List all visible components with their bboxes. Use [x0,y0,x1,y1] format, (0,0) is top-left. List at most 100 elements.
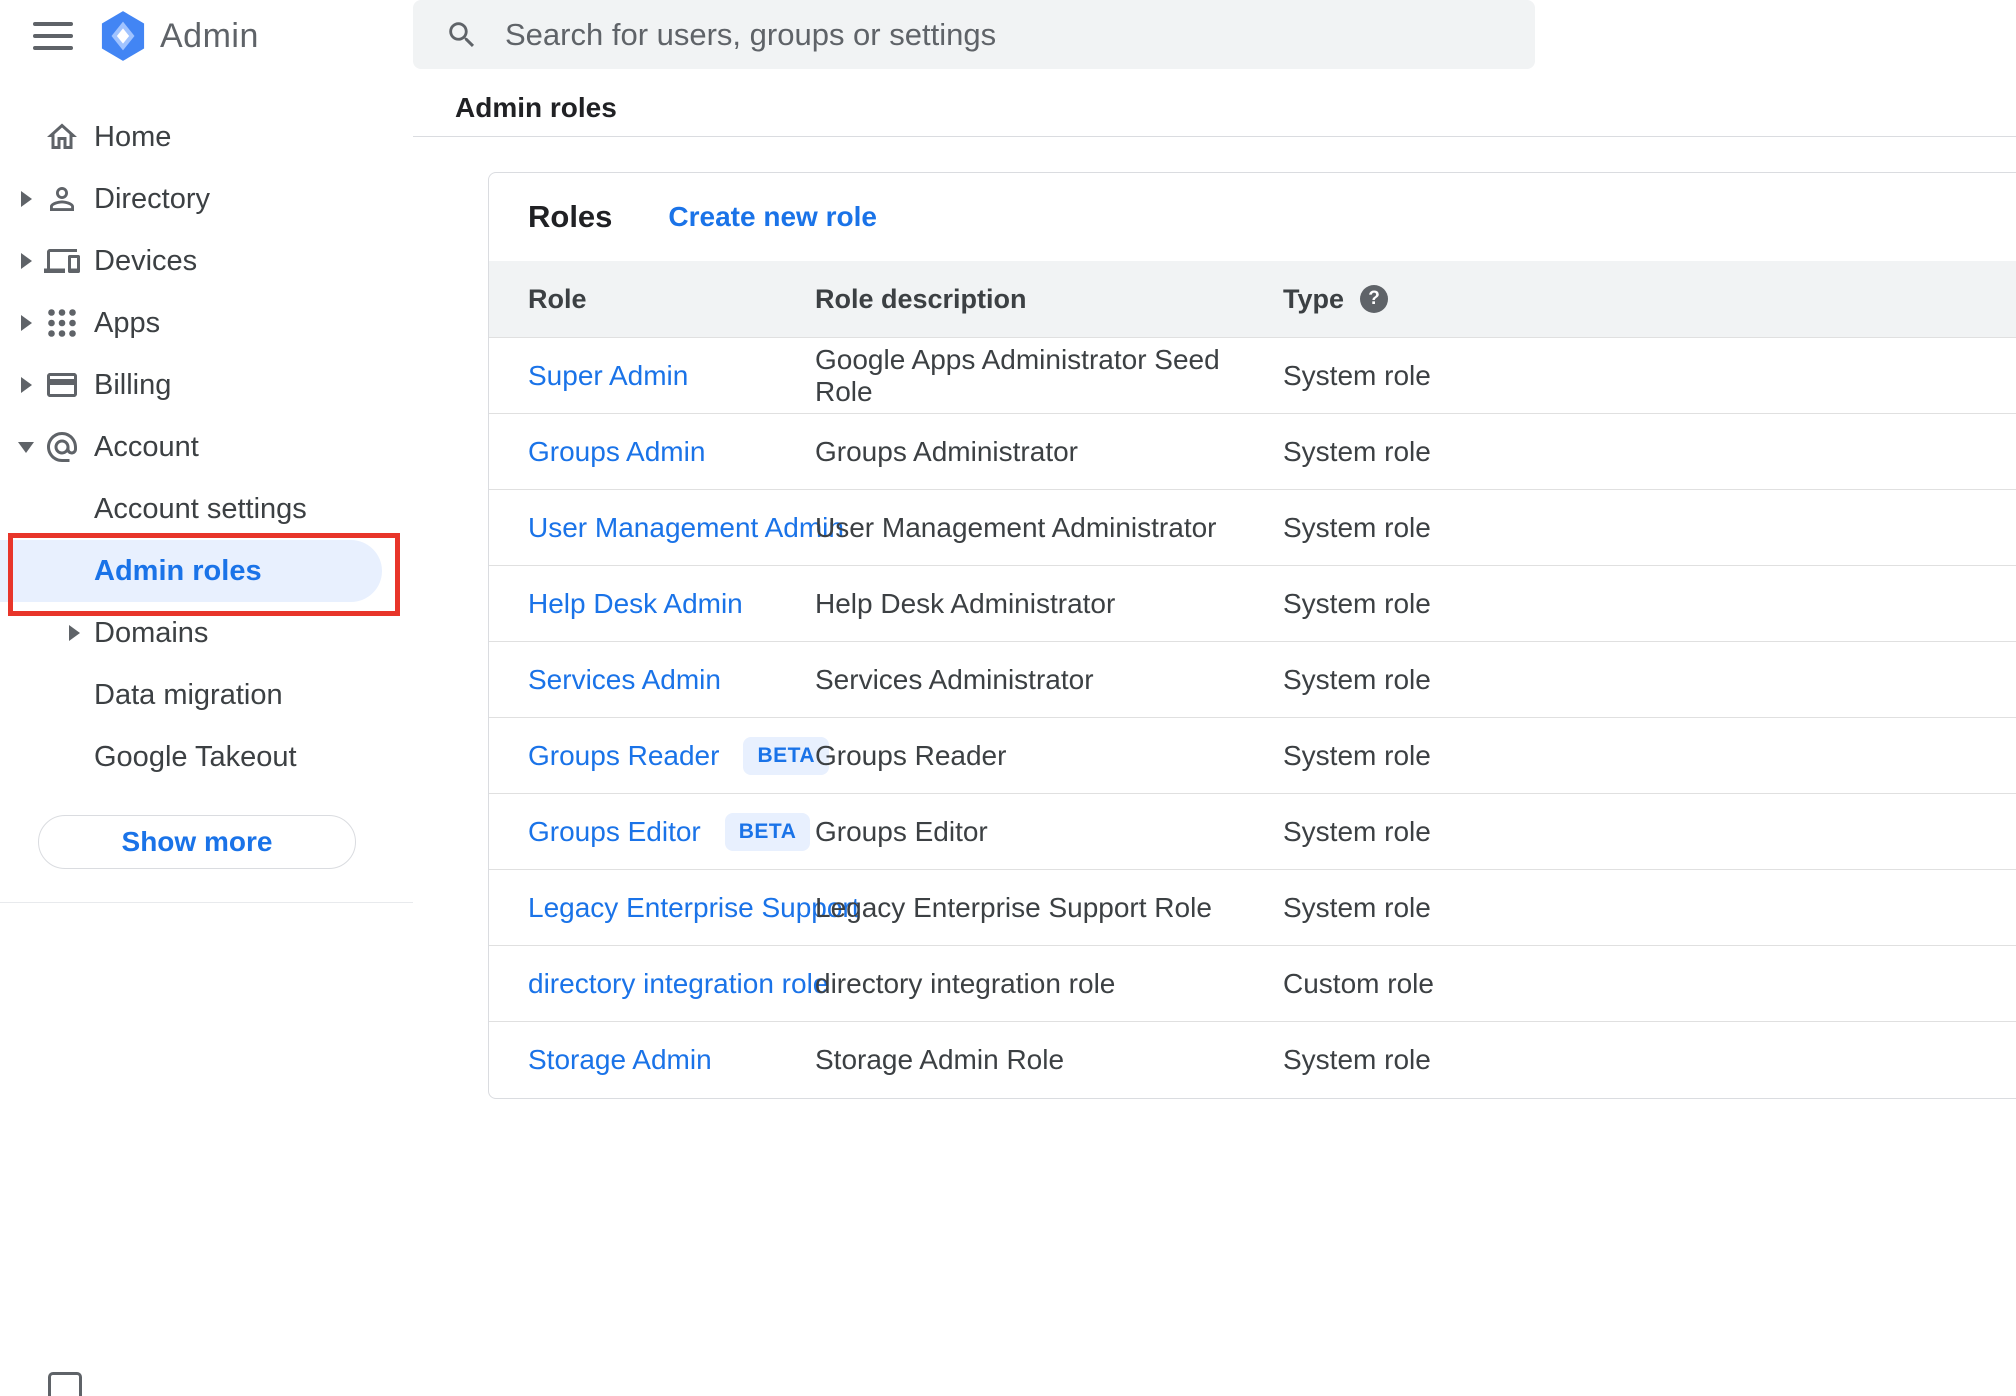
search-icon [445,17,481,53]
role-link[interactable]: Legacy Enterprise Support [528,892,860,924]
column-header-type: Type ? [1283,284,2016,315]
show-more-button[interactable]: Show more [38,815,356,869]
chevron-right-icon [20,377,32,393]
sidebar-header: Admin [0,0,413,72]
role-type: System role [1283,815,1431,847]
role-type: System role [1283,663,1431,695]
at-sign-icon [44,429,80,465]
role-cell: Groups Reader BETA [528,736,830,775]
help-icon[interactable]: ? [1360,285,1389,313]
table-row: User Management Admin User Management Ad… [489,490,2016,566]
partial-bottom-icon [48,1372,82,1396]
table-row: directory integration role directory int… [489,946,2016,1022]
role-description: directory integration role [815,967,1116,999]
role-link[interactable]: Services Admin [528,664,721,696]
create-new-role-link[interactable]: Create new role [668,201,877,233]
person-icon [44,181,80,217]
search-input[interactable] [505,16,1511,53]
sidebar-item-devices[interactable]: Devices [0,230,413,292]
sidebar-item-label: Data migration [94,678,283,711]
chevron-right-icon [20,315,32,331]
chevron-right-icon [20,253,32,269]
table-row: Groups Editor BETA Groups Editor System … [489,794,2016,870]
home-icon [44,119,80,155]
sidebar-item-data-migration[interactable]: Data migration [0,664,413,726]
sidebar-item-account[interactable]: Account [0,416,413,478]
table-row: Help Desk Admin Help Desk Administrator … [489,566,2016,642]
role-type: System role [1283,435,1431,467]
role-link[interactable]: User Management Admin [528,512,844,544]
sidebar: Admin Home Directory Devices Apps Billin… [0,0,413,1396]
sidebar-item-apps[interactable]: Apps [0,292,413,354]
table-row: Services Admin Services Administrator Sy… [489,642,2016,718]
column-header-role: Role [528,283,587,314]
table-row: Legacy Enterprise Support Legacy Enterpr… [489,870,2016,946]
role-type: System role [1283,587,1431,619]
role-cell: directory integration role [528,968,828,1000]
content-divider [413,136,2016,137]
table-header-row: Role Role description Type ? [489,261,2016,338]
role-cell: Storage Admin [528,1044,815,1076]
devices-icon [44,243,80,279]
sidebar-item-directory[interactable]: Directory [0,168,413,230]
sidebar-item-label: Apps [94,306,161,339]
role-description: Legacy Enterprise Support Role [815,891,1212,923]
role-link[interactable]: Groups Reader [528,740,719,772]
apps-grid-icon [44,305,80,341]
sidebar-nav: Home Directory Devices Apps Billing Acco… [0,106,413,788]
role-cell: Services Admin [528,664,815,696]
role-link[interactable]: Super Admin [528,360,688,392]
hamburger-menu-icon[interactable] [33,22,73,50]
role-description: Groups Editor [815,815,988,847]
sidebar-item-billing[interactable]: Billing [0,354,413,416]
sidebar-item-google-takeout[interactable]: Google Takeout [0,726,413,788]
table-row: Groups Admin Groups Administrator System… [489,414,2016,490]
roles-card-header: Roles Create new role [489,173,2016,261]
app-title: Admin [160,16,259,55]
column-header-type-label: Type [1283,283,1345,314]
sidebar-item-label: Domains [94,616,209,649]
sidebar-item-label: Google Takeout [94,740,297,773]
sidebar-item-label: Billing [94,368,172,401]
role-type: System role [1283,1044,1431,1075]
table-row: Super Admin Google Apps Administrator Se… [489,338,2016,414]
role-link[interactable]: Help Desk Admin [528,588,743,620]
sidebar-item-label: Admin roles [94,554,262,587]
sidebar-item-home[interactable]: Home [0,106,413,168]
screen: Admin Home Directory Devices Apps Billin… [0,0,2016,1396]
role-description: Help Desk Administrator [815,587,1116,619]
beta-badge: BETA [724,812,811,851]
search-bar[interactable] [413,0,1535,69]
sidebar-item-account-settings[interactable]: Account settings [0,478,413,540]
sidebar-item-label: Directory [94,182,211,215]
chevron-down-icon [18,441,34,453]
role-link[interactable]: directory integration role [528,968,828,1000]
role-type: System role [1283,891,1431,923]
role-type: Custom role [1283,967,1434,999]
role-cell: Legacy Enterprise Support [528,892,860,924]
role-cell: Super Admin [528,360,815,392]
role-link[interactable]: Storage Admin [528,1044,712,1076]
billing-card-icon [44,367,80,403]
role-description: Services Administrator [815,663,1094,695]
role-description: User Management Administrator [815,511,1217,543]
role-type: System role [1283,511,1431,543]
chevron-right-icon [68,625,80,641]
role-description: Groups Reader [815,739,1007,771]
role-link[interactable]: Groups Admin [528,436,705,468]
column-header-description: Role description [815,283,1027,314]
role-cell: Help Desk Admin [528,588,815,620]
role-cell: Groups Admin [528,436,815,468]
sidebar-item-domains[interactable]: Domains [0,602,413,664]
admin-logo-icon [100,11,146,61]
role-link[interactable]: Groups Editor [528,816,701,848]
role-description: Storage Admin Role [815,1044,1065,1075]
sidebar-item-label: Devices [94,244,198,277]
role-cell: User Management Admin [528,512,844,544]
breadcrumb: Admin roles [455,92,617,123]
sidebar-item-admin-roles[interactable]: Admin roles [0,540,382,602]
sidebar-item-label: Account [94,430,199,463]
roles-table-body: Super Admin Google Apps Administrator Se… [489,338,2016,1098]
roles-card: Roles Create new role Role Role descript… [488,172,2016,1099]
card-title: Roles [528,199,613,234]
